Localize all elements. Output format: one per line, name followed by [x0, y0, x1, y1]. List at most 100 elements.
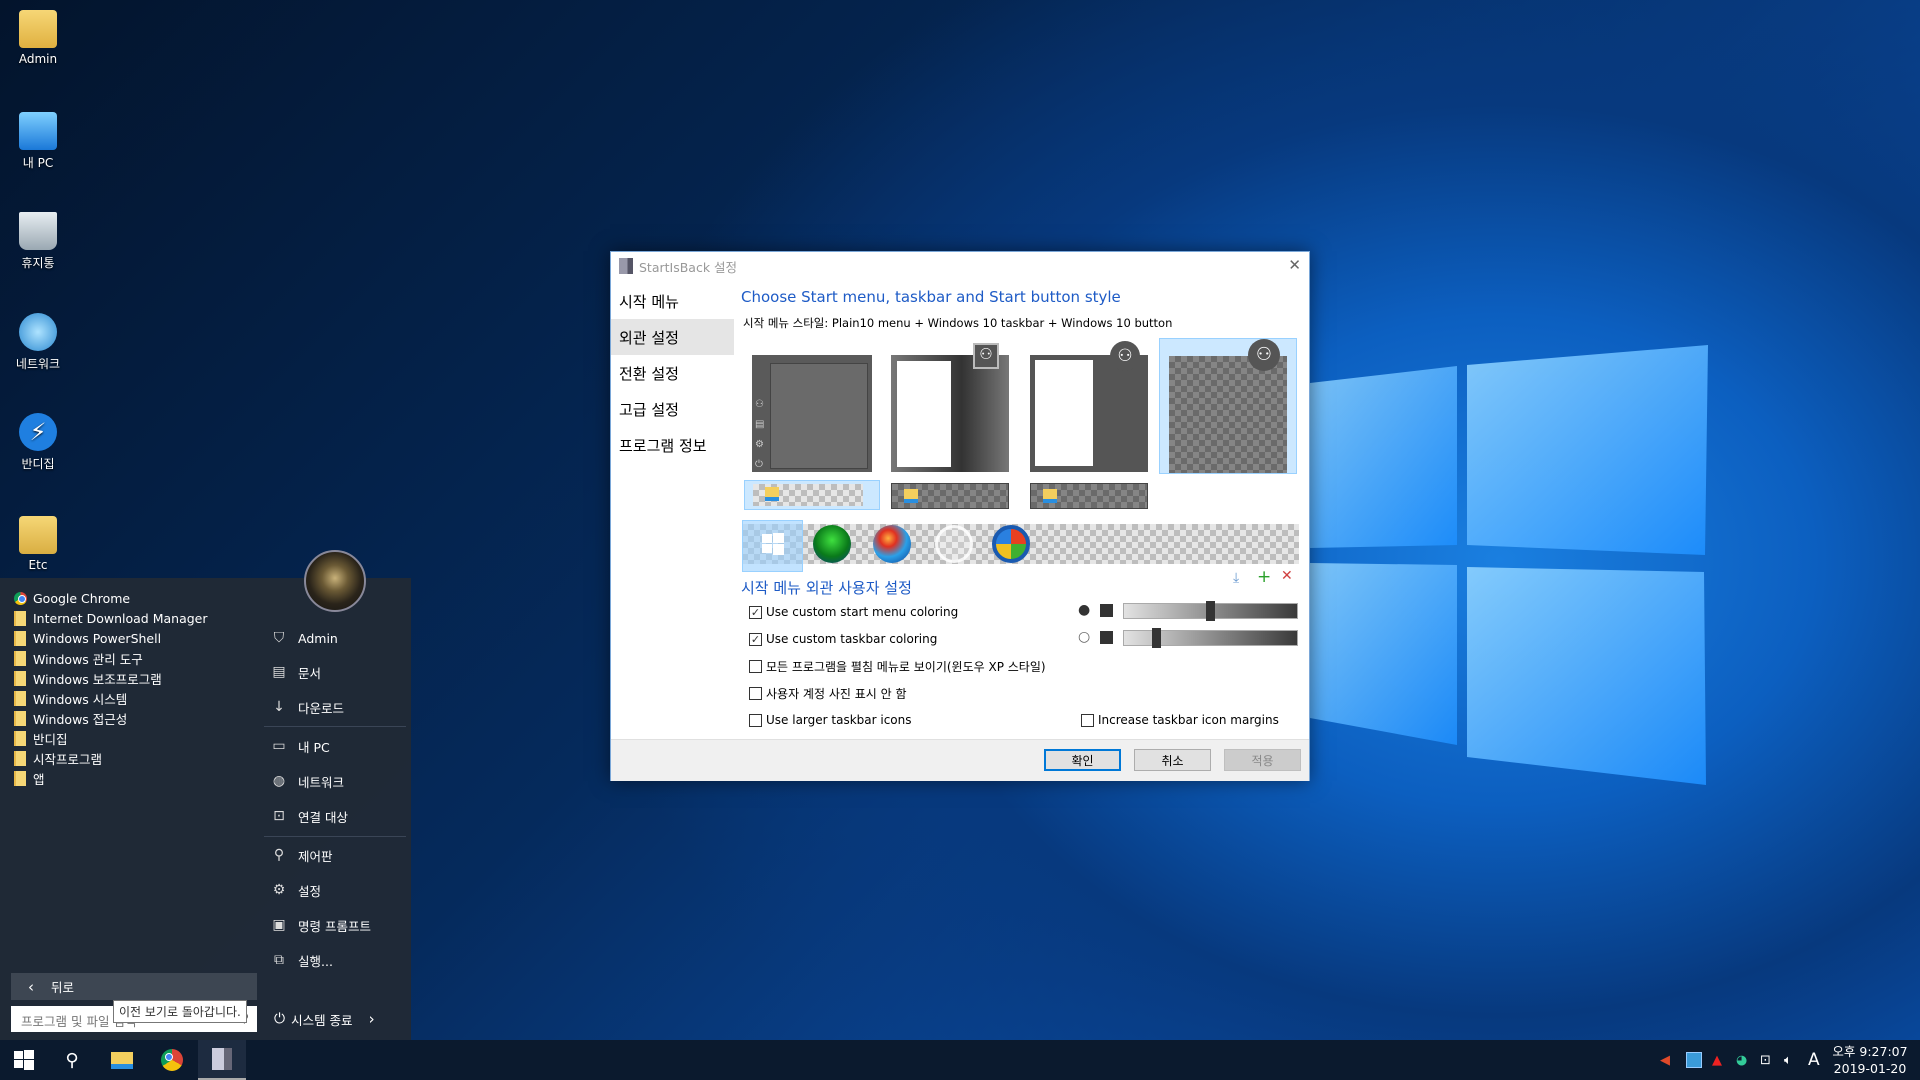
checkbox[interactable]: [749, 686, 762, 700]
recycle-bin-icon: [19, 212, 57, 250]
file-explorer-button[interactable]: [98, 1040, 146, 1080]
checkbox-larger-taskbar-icons[interactable]: Use larger taskbar icons: [749, 711, 912, 729]
program-item[interactable]: Windows 시스템: [14, 688, 127, 708]
computer-icon: [19, 112, 57, 150]
taskbar: ⚲ ◀ ▲ ◕ ⊡ 🔈︎ A 오후 9:27:07 2019-01-20: [0, 1040, 1920, 1080]
taskbar-style-windows8[interactable]: [1030, 483, 1148, 509]
desktop-icon-bandizip[interactable]: ⚡ 반디집: [8, 413, 68, 472]
clover-button-icon[interactable]: [813, 525, 851, 563]
ok-button[interactable]: 확인: [1044, 749, 1121, 771]
shutdown-button[interactable]: ⏻ 시스템 종료 ›: [274, 1006, 375, 1032]
menu-style-plain8[interactable]: ⚇: [1030, 341, 1148, 472]
windows-orb-icon[interactable]: [992, 525, 1030, 563]
desktop-icon-pc[interactable]: 내 PC: [8, 112, 68, 171]
apply-button[interactable]: 적용: [1224, 749, 1301, 771]
close-icon[interactable]: ✕: [1288, 256, 1301, 274]
speaker-icon[interactable]: 🔈︎: [1784, 1040, 1792, 1080]
place-settings[interactable]: ⚙ 설정: [270, 878, 321, 902]
clock[interactable]: 오후 9:27:07 2019-01-20: [1832, 1043, 1908, 1077]
place-network[interactable]: ◍ 네트워크: [270, 769, 344, 793]
checkbox-custom-start-menu-coloring[interactable]: ✓ Use custom start menu coloring: [749, 603, 958, 621]
program-item[interactable]: Windows 접근성: [14, 708, 127, 728]
desktop-icon-etc[interactable]: Etc: [8, 516, 68, 572]
place-admin[interactable]: ⛉ Admin: [270, 626, 338, 650]
idm-icon[interactable]: ◕: [1736, 1040, 1747, 1080]
place-control-panel[interactable]: ⚲ 제어판: [270, 843, 333, 867]
program-item[interactable]: 시작프로그램: [14, 748, 102, 768]
menu-style-plain10-selected[interactable]: ⚇: [1159, 338, 1297, 474]
checkbox[interactable]: [1081, 713, 1094, 727]
delete-icon[interactable]: ✕: [1281, 568, 1293, 584]
cancel-button[interactable]: 취소: [1134, 749, 1211, 771]
transparent-orb-icon[interactable]: [935, 525, 973, 563]
checkbox-increase-icon-margins[interactable]: Increase taskbar icon margins: [1081, 711, 1279, 729]
program-item[interactable]: Windows 관리 도구: [14, 648, 143, 668]
folder-icon: [14, 750, 26, 766]
nav-switching[interactable]: 전환 설정: [611, 355, 734, 391]
search-button[interactable]: ⚲: [48, 1040, 96, 1080]
program-item[interactable]: Windows PowerShell: [14, 628, 161, 648]
program-item[interactable]: Google Chrome: [14, 588, 130, 608]
start-menu-opacity-slider[interactable]: [1123, 601, 1298, 621]
checkbox[interactable]: ✓: [749, 632, 762, 646]
checkbox[interactable]: [749, 713, 762, 727]
checkbox-custom-taskbar-coloring[interactable]: ✓ Use custom taskbar coloring: [749, 630, 937, 648]
folder-icon: [14, 630, 26, 646]
back-button[interactable]: ‹ 뒤로: [11, 973, 257, 1000]
taskbar-style-windows10-selected[interactable]: [744, 480, 880, 510]
opacity-empty-drop-icon: ○: [1078, 629, 1091, 645]
input-indicator[interactable]: A: [1808, 1040, 1820, 1080]
desktop-icon-admin[interactable]: Admin: [8, 10, 68, 66]
menu-style-windows7[interactable]: ⚇: [891, 343, 1009, 472]
taskbar-opacity-slider[interactable]: [1123, 628, 1298, 648]
slider-thumb[interactable]: [1151, 628, 1161, 648]
title-bar: StartIsBack 설정 ✕: [611, 252, 1309, 280]
taskbar-color-swatch[interactable]: [1100, 631, 1113, 644]
chevron-right-icon: ›: [368, 1010, 375, 1028]
program-item[interactable]: Windows 보조프로그램: [14, 668, 162, 688]
desktop-icon-recycle-bin[interactable]: 휴지통: [8, 212, 68, 271]
place-connect-to[interactable]: ⊡ 연결 대상: [270, 804, 348, 828]
nav-about[interactable]: 프로그램 정보: [611, 427, 734, 463]
add-icon[interactable]: +: [1257, 567, 1271, 587]
tray-app-icon[interactable]: [1686, 1040, 1702, 1080]
startisback-taskbar-button[interactable]: [198, 1040, 246, 1080]
folder-icon: [14, 690, 26, 706]
nav-appearance[interactable]: 외관 설정: [611, 319, 734, 355]
nav-start-menu[interactable]: 시작 메뉴: [611, 283, 734, 319]
checkbox[interactable]: ✓: [749, 605, 762, 619]
volume-mute-icon[interactable]: ◀: [1660, 1040, 1670, 1080]
slider-thumb[interactable]: [1206, 601, 1215, 621]
user-avatar[interactable]: [304, 550, 366, 612]
app-icon: [619, 258, 633, 274]
desktop-icon-network[interactable]: 네트워크: [8, 313, 68, 372]
place-documents[interactable]: ▤ 문서: [270, 660, 321, 684]
start-button[interactable]: [0, 1040, 48, 1080]
network-icon: [19, 313, 57, 351]
import-icon[interactable]: ⤓: [1233, 570, 1239, 586]
checkbox-all-programs-cascading[interactable]: 모든 프로그램을 펼침 메뉴로 보이기(윈도우 XP 스타일): [749, 657, 1046, 675]
tray-arrow-icon[interactable]: ▲: [1712, 1040, 1722, 1080]
program-item[interactable]: Internet Download Manager: [14, 608, 208, 628]
chevron-left-icon: ‹: [28, 977, 34, 996]
checkbox[interactable]: [749, 659, 762, 673]
place-this-pc[interactable]: ▭ 내 PC: [270, 734, 329, 758]
chrome-button[interactable]: [148, 1040, 196, 1080]
tooltip: 이전 보기로 돌아갑니다.: [113, 1000, 247, 1023]
place-downloads[interactable]: ↓ 다운로드: [270, 695, 344, 719]
program-item[interactable]: 반디집: [14, 728, 68, 748]
menu-style-windows10[interactable]: ⚇ ▤ ⚙ ⏻: [752, 355, 872, 472]
nav-advanced[interactable]: 고급 설정: [611, 391, 734, 427]
start-menu-color-swatch[interactable]: [1100, 604, 1113, 617]
taskbar-style-windows7[interactable]: [891, 483, 1009, 509]
windows7-orb-icon[interactable]: [873, 525, 911, 563]
folder-icon: [14, 710, 26, 726]
place-run[interactable]: ⧉ 실행...: [270, 948, 333, 972]
place-command-prompt[interactable]: ▣ 명령 프롬프트: [270, 913, 371, 937]
divider: [264, 726, 406, 727]
gear-icon: ⚙: [272, 882, 286, 898]
network-icon[interactable]: ⊡: [1760, 1040, 1771, 1080]
divider: [264, 836, 406, 837]
program-item[interactable]: 앱: [14, 768, 45, 788]
checkbox-hide-user-picture[interactable]: 사용자 계정 사진 표시 안 함: [749, 684, 907, 702]
